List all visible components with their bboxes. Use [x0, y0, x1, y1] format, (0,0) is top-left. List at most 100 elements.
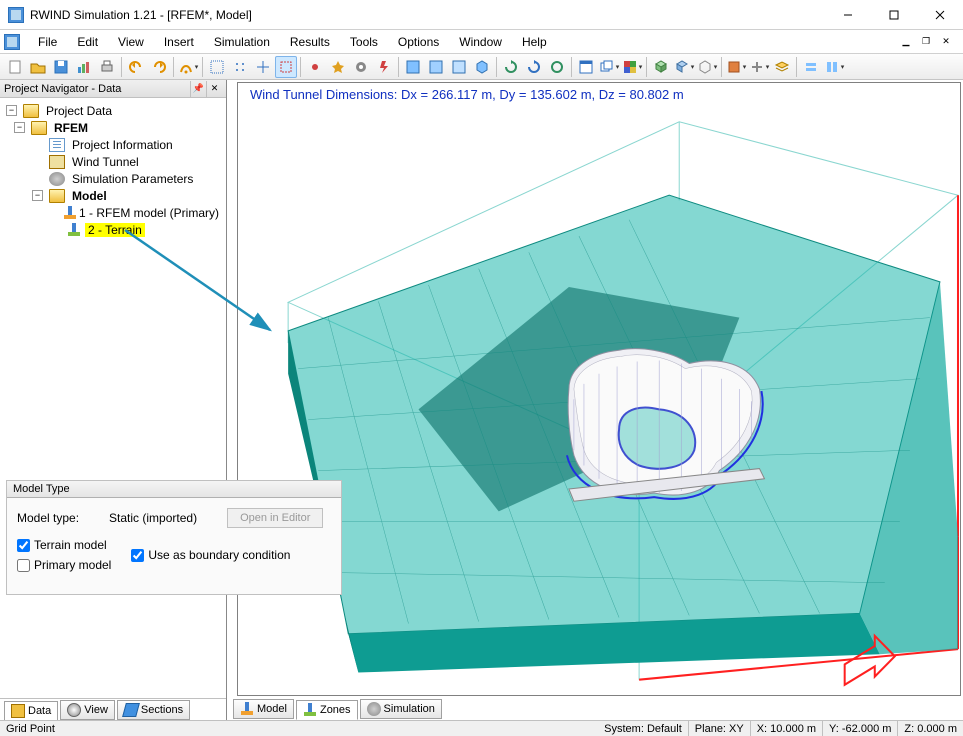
tree-project-info[interactable]: Project Information	[4, 136, 226, 153]
mdi-controls: ▁ ❐ ✕	[897, 34, 959, 50]
tree-model-2[interactable]: 2 - Terrain	[4, 221, 226, 238]
status-plane: Plane: XY	[689, 721, 751, 736]
tb-tool2-button[interactable]	[748, 56, 770, 78]
terrain-model-checkbox[interactable]: Terrain model	[17, 538, 111, 552]
tree-rfem[interactable]: − RFEM	[4, 119, 226, 136]
tree-model-1[interactable]: 1 - RFEM model (Primary)	[4, 204, 226, 221]
tb-bolt-button[interactable]	[373, 56, 395, 78]
tb-select-button[interactable]	[275, 56, 297, 78]
tb-viewxz-button[interactable]	[425, 56, 447, 78]
menu-view[interactable]: View	[108, 31, 154, 53]
tb-snap3-button[interactable]	[252, 56, 274, 78]
tab-simulation[interactable]: Simulation	[360, 699, 442, 719]
tb-view3d-button[interactable]	[471, 56, 493, 78]
menu-options[interactable]: Options	[388, 31, 449, 53]
close-button[interactable]	[917, 0, 963, 30]
gear-icon	[49, 172, 65, 186]
status-x: X: 10.000 m	[751, 721, 823, 736]
status-y: Y: -62.000 m	[823, 721, 898, 736]
tb-gear-button[interactable]	[350, 56, 372, 78]
tb-colors-button[interactable]	[621, 56, 643, 78]
tb-viewxy-button[interactable]	[402, 56, 424, 78]
tb-iso3-button[interactable]	[696, 56, 718, 78]
tb-star-button[interactable]	[327, 56, 349, 78]
tb-new-button[interactable]	[4, 56, 26, 78]
tb-iso2-button[interactable]	[673, 56, 695, 78]
menu-window[interactable]: Window	[449, 31, 512, 53]
tb-windows-button[interactable]	[598, 56, 620, 78]
open-in-editor-button[interactable]: Open in Editor	[227, 508, 323, 528]
menu-edit[interactable]: Edit	[67, 31, 108, 53]
tb-iso1-button[interactable]	[650, 56, 672, 78]
menu-insert[interactable]: Insert	[154, 31, 204, 53]
tree-simparams-label: Simulation Parameters	[69, 172, 196, 186]
tree-windtunnel-label: Wind Tunnel	[69, 155, 142, 169]
tb-snap2-button[interactable]	[229, 56, 251, 78]
boundary-check-input[interactable]	[131, 549, 144, 562]
menu-results[interactable]: Results	[280, 31, 340, 53]
tb-align2-button[interactable]	[823, 56, 845, 78]
tree-sim-params[interactable]: Simulation Parameters	[4, 170, 226, 187]
tab-data[interactable]: Data	[4, 701, 58, 721]
tree-toggle-icon[interactable]: −	[14, 122, 25, 133]
minimize-button[interactable]	[825, 0, 871, 30]
tab-view[interactable]: View	[60, 700, 115, 720]
model-type-value: Static (imported)	[109, 511, 197, 525]
tb-run-button[interactable]	[177, 56, 199, 78]
project-tree[interactable]: − Project Data − RFEM Project Informatio…	[0, 98, 226, 698]
title-bar: RWIND Simulation 1.21 - [RFEM*, Model]	[0, 0, 963, 30]
boundary-check-label: Use as boundary condition	[148, 548, 290, 562]
primary-model-check-input[interactable]	[17, 559, 30, 572]
tb-open-button[interactable]	[27, 56, 49, 78]
tab-model[interactable]: Model	[233, 699, 294, 719]
tree-model[interactable]: − Model	[4, 187, 226, 204]
zones-tab-icon	[303, 703, 317, 717]
tree-wind-tunnel[interactable]: Wind Tunnel	[4, 153, 226, 170]
mdi-minimize-button[interactable]: ▁	[897, 34, 915, 50]
menu-file[interactable]: File	[28, 31, 67, 53]
primary-model-checkbox[interactable]: Primary model	[17, 558, 111, 572]
tb-refresh3-button[interactable]	[546, 56, 568, 78]
boundary-condition-checkbox[interactable]: Use as boundary condition	[131, 538, 290, 572]
tb-redo-button[interactable]	[148, 56, 170, 78]
tb-viewyz-button[interactable]	[448, 56, 470, 78]
tb-chart-button[interactable]	[73, 56, 95, 78]
tb-save-button[interactable]	[50, 56, 72, 78]
navigator-close-button[interactable]: ✕	[206, 81, 222, 97]
tb-layers-button[interactable]	[771, 56, 793, 78]
work-area: Project Navigator - Data 📌 ✕ − Project D…	[0, 80, 963, 720]
scene-3d	[238, 83, 960, 695]
terrain-model-check-input[interactable]	[17, 539, 30, 552]
tb-undo-button[interactable]	[125, 56, 147, 78]
menu-simulation[interactable]: Simulation	[204, 31, 280, 53]
viewport[interactable]: Wind Tunnel Dimensions: Dx = 266.117 m, …	[237, 82, 961, 696]
folder-icon	[23, 104, 39, 118]
tab-zones-label: Zones	[320, 704, 351, 716]
navigator-pin-button[interactable]: 📌	[190, 81, 206, 97]
mdi-restore-button[interactable]: ❐	[917, 34, 935, 50]
menu-tools[interactable]: Tools	[340, 31, 388, 53]
tb-align1-button[interactable]	[800, 56, 822, 78]
status-bar: Grid Point System: Default Plane: XY X: …	[0, 720, 963, 736]
tb-refresh1-button[interactable]	[500, 56, 522, 78]
tb-node-button[interactable]	[304, 56, 326, 78]
tb-refresh2-button[interactable]	[523, 56, 545, 78]
tb-print-button[interactable]	[96, 56, 118, 78]
tb-tool1-button[interactable]	[725, 56, 747, 78]
tab-zones[interactable]: Zones	[296, 700, 358, 720]
mdi-close-button[interactable]: ✕	[937, 34, 955, 50]
tab-sections[interactable]: Sections	[117, 700, 190, 720]
tree-toggle-icon[interactable]: −	[6, 105, 17, 116]
model-type-label: Model type:	[17, 511, 79, 525]
navigator-panel: Project Navigator - Data 📌 ✕ − Project D…	[0, 80, 227, 720]
tree-root[interactable]: − Project Data	[4, 102, 226, 119]
tb-window-button[interactable]	[575, 56, 597, 78]
menu-help[interactable]: Help	[512, 31, 557, 53]
window-title: RWIND Simulation 1.21 - [RFEM*, Model]	[30, 8, 252, 22]
tree-toggle-icon[interactable]: −	[32, 190, 43, 201]
app-menu-icon	[4, 34, 20, 50]
status-z: Z: 0.000 m	[898, 721, 963, 736]
terrain-check-label: Terrain model	[34, 538, 107, 552]
maximize-button[interactable]	[871, 0, 917, 30]
tb-snap1-button[interactable]	[206, 56, 228, 78]
